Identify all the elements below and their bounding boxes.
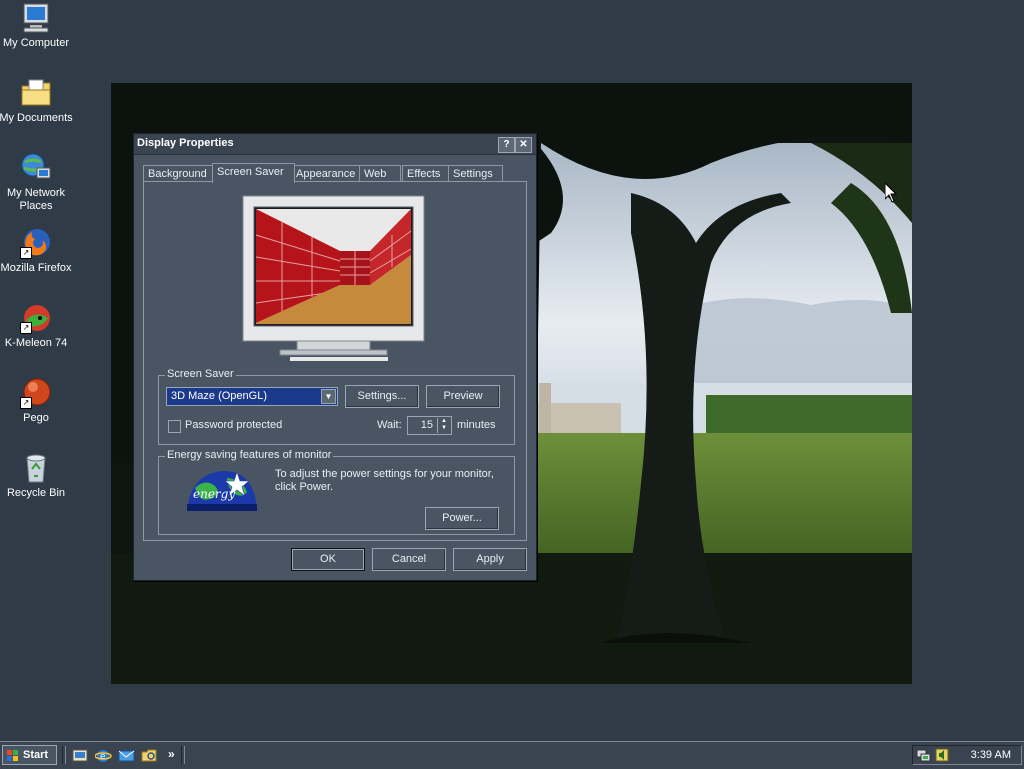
help-icon: ?	[503, 139, 510, 150]
desktop-icon-mozilla-firefox[interactable]: ↗ Mozilla Firefox	[0, 227, 74, 275]
recycle-bin-icon	[20, 452, 52, 484]
tab-settings[interactable]: Settings	[448, 165, 503, 182]
network-tray-icon[interactable]	[916, 747, 932, 763]
svg-text:e: e	[100, 752, 106, 762]
power-button[interactable]: Power...	[425, 507, 499, 530]
dialog-titlebar[interactable]: Display Properties ? ✕	[134, 134, 536, 155]
desktop-icon-pego[interactable]: ↗ Pego	[0, 377, 74, 425]
apply-button[interactable]: Apply	[453, 548, 527, 571]
quicklaunch-chevron-icon[interactable]: »	[168, 747, 175, 761]
screen-saver-panel: Screen Saver 3D Maze (OpenGL) ▼ Settings…	[143, 181, 527, 541]
password-protected-label: Password protected	[185, 419, 283, 431]
tab-web[interactable]: Web	[359, 165, 401, 182]
chevron-down-icon[interactable]: ▼	[321, 389, 336, 404]
screen-saver-preview-button[interactable]: Preview	[426, 385, 500, 408]
desktop-icon-k-meleon[interactable]: ↗ K-Meleon 74	[0, 302, 74, 350]
show-desktop-icon[interactable]	[72, 747, 89, 764]
wait-minutes-spinner[interactable]: 15 ▲ ▼	[407, 416, 452, 435]
screen-saver-group-label: Screen Saver	[165, 368, 236, 380]
desktop-icon-my-computer[interactable]: My Computer	[0, 2, 74, 50]
explorer-icon[interactable]	[141, 747, 158, 764]
display-properties-dialog: Display Properties ? ✕ Background Screen…	[133, 133, 537, 581]
desktop-icon-my-network-places[interactable]: My Network Places	[0, 152, 74, 213]
password-protected-checkbox[interactable]	[168, 420, 181, 433]
desktop-icon-my-documents[interactable]: My Documents	[0, 77, 74, 125]
taskbar: Start e » 3:39 AM	[0, 741, 1024, 769]
close-icon: ✕	[519, 139, 528, 150]
energy-star-logo: energy	[185, 468, 259, 513]
desktop-icon-label: Mozilla Firefox	[0, 262, 72, 274]
wait-value: 15	[420, 419, 433, 431]
volume-tray-icon[interactable]	[934, 747, 950, 763]
start-label: Start	[23, 749, 49, 761]
tab-appearance[interactable]: Appearance	[291, 165, 363, 182]
taskbar-separator	[62, 746, 66, 764]
screen-saver-settings-button[interactable]: Settings...	[345, 385, 419, 408]
help-button[interactable]: ?	[498, 137, 515, 153]
cancel-button[interactable]: Cancel	[372, 548, 446, 571]
kmeleon-icon: ↗	[20, 302, 52, 334]
desktop-icon-label: Recycle Bin	[6, 487, 66, 499]
mouse-cursor-icon	[884, 181, 898, 206]
monitor-icon	[242, 195, 425, 361]
desktop-icon-label: K-Meleon 74	[4, 337, 68, 349]
tab-effects[interactable]: Effects	[402, 165, 449, 182]
energy-logo-text: energy	[193, 487, 235, 501]
outlook-icon[interactable]	[118, 747, 135, 764]
close-button[interactable]: ✕	[515, 137, 532, 153]
windows-flag-icon	[7, 750, 19, 769]
folder-icon	[20, 77, 52, 109]
pego-icon: ↗	[20, 377, 52, 409]
firefox-icon: ↗	[20, 227, 52, 259]
desktop-icon-label: My Network Places	[6, 187, 66, 212]
desktop-icon-label: Pego	[23, 412, 49, 424]
computer-icon	[20, 2, 52, 34]
desktop-icon-label: My Documents	[0, 112, 73, 124]
ie-icon[interactable]: e	[94, 747, 112, 764]
energy-saving-group-label: Energy saving features of monitor	[165, 449, 334, 461]
screen-saver-selected-value: 3D Maze (OpenGL)	[171, 390, 267, 402]
dialog-title: Display Properties	[137, 137, 234, 149]
desktop-icon-label: My Computer	[2, 37, 70, 49]
desktop-icon-recycle-bin[interactable]: Recycle Bin	[0, 452, 74, 500]
system-tray: 3:39 AM	[912, 745, 1022, 765]
screen-saver-group: Screen Saver 3D Maze (OpenGL) ▼ Settings…	[158, 368, 515, 445]
taskbar-separator	[181, 746, 185, 764]
clock[interactable]: 3:39 AM	[971, 749, 1011, 761]
screen-saver-select[interactable]: 3D Maze (OpenGL) ▼	[166, 387, 338, 406]
minutes-label: minutes	[457, 419, 496, 431]
network-icon	[20, 152, 52, 184]
screen-saver-preview	[242, 195, 425, 365]
wait-label: Wait:	[377, 419, 402, 431]
tab-screen-saver[interactable]: Screen Saver	[212, 163, 295, 183]
ok-button[interactable]: OK	[291, 548, 365, 571]
energy-description: To adjust the power settings for your mo…	[275, 468, 494, 493]
tab-background[interactable]: Background	[143, 165, 217, 182]
energy-saving-group: Energy saving features of monitor energy…	[158, 449, 515, 535]
spin-arrows-icon[interactable]: ▲ ▼	[437, 418, 450, 433]
start-button[interactable]: Start	[2, 745, 57, 765]
